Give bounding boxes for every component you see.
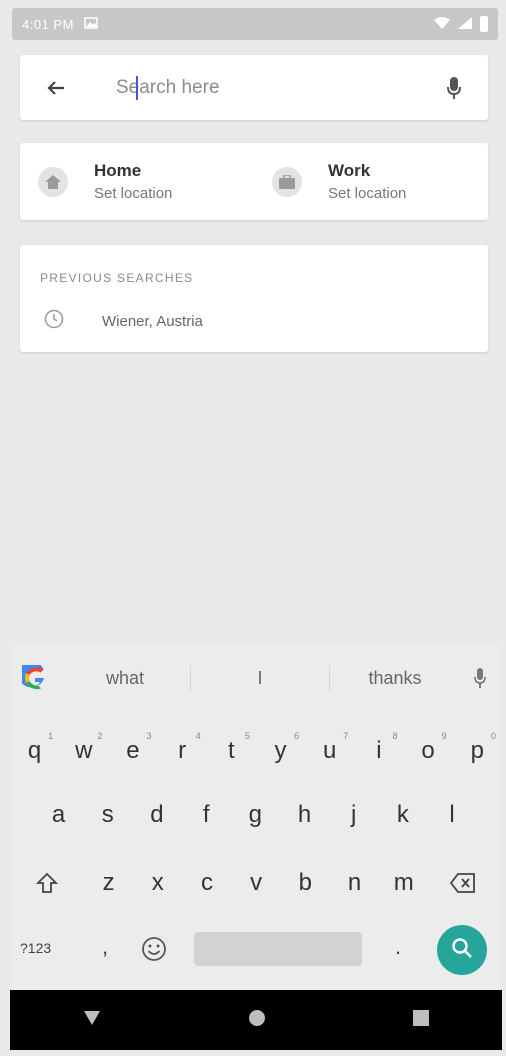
shift-icon[interactable] [10,872,84,894]
home-subtitle: Set location [94,185,173,202]
work-subtitle: Set location [328,185,407,202]
key-t[interactable]: t5 [207,731,256,765]
search-bar [20,55,488,120]
home-title: Home [94,161,142,180]
back-nav-icon[interactable] [82,1009,102,1032]
suggestion-2[interactable]: I [191,668,329,689]
work-title: Work [328,161,371,180]
key-n[interactable]: n [330,869,379,897]
key-o[interactable]: o9 [404,731,453,765]
key-y[interactable]: y6 [256,731,305,765]
keyboard-mic-icon[interactable] [460,668,500,688]
previous-searches-heading: PREVIOUS SEARCHES [40,271,194,285]
battery-icon [480,16,488,32]
emoji-icon[interactable] [140,935,168,968]
home-shortcut[interactable]: Home Set location [20,161,254,202]
key-j[interactable]: j [329,801,378,829]
key-q[interactable]: q1 [10,731,59,765]
key-e[interactable]: e3 [108,731,157,765]
signal-icon [458,16,472,32]
key-h[interactable]: h [280,801,329,829]
key-d[interactable]: d [132,801,181,829]
key-row-2: a s d f g h j k l [10,790,502,840]
home-nav-icon[interactable] [247,1008,267,1033]
key-row-3: z x c v b n m [10,858,502,908]
backspace-icon[interactable] [428,873,498,893]
key-p[interactable]: p0 [453,731,502,765]
key-z[interactable]: z [84,869,133,897]
key-s[interactable]: s [83,801,132,829]
briefcase-icon [272,166,302,197]
comma-key[interactable]: , [102,934,108,960]
key-v[interactable]: v [232,869,281,897]
previous-search-text: Wiener, Austria [102,313,203,330]
key-row-1: q1 w2 e3 r4 t5 y6 u7 i8 o9 p0 [10,726,502,776]
period-key[interactable]: . [395,934,401,960]
key-x[interactable]: x [133,869,182,897]
recents-nav-icon[interactable] [412,1009,430,1032]
image-notification-icon [84,16,98,32]
key-w[interactable]: w2 [59,731,108,765]
key-r[interactable]: r4 [158,731,207,765]
previous-search-item[interactable]: Wiener, Austria [44,309,203,334]
status-time: 4:01 PM [22,16,74,32]
previous-searches-card: PREVIOUS SEARCHES Wiener, Austria [20,245,488,352]
key-f[interactable]: f [182,801,231,829]
history-clock-icon [44,309,64,334]
key-b[interactable]: b [281,869,330,897]
key-u[interactable]: u7 [305,731,354,765]
suggestion-strip: what I thanks [10,642,502,714]
navigation-bar [10,990,502,1050]
suggestion-3[interactable]: thanks [330,668,460,689]
status-bar: 4:01 PM [12,8,498,40]
saved-places-card: Home Set location Work Set location [20,143,488,220]
key-m[interactable]: m [379,869,428,897]
work-shortcut[interactable]: Work Set location [254,161,488,202]
keyboard: what I thanks q1 w2 e3 r4 t5 y6 u7 i8 o9… [10,642,502,990]
key-a[interactable]: a [34,801,83,829]
symbols-key[interactable]: ?123 [20,940,51,956]
wifi-icon [434,16,450,32]
google-g-icon[interactable] [10,665,60,691]
text-cursor [136,76,138,100]
key-g[interactable]: g [231,801,280,829]
space-bar[interactable] [194,932,362,966]
suggestion-1[interactable]: what [60,668,190,689]
search-icon [451,937,473,964]
key-l[interactable]: l [428,801,477,829]
keyboard-search-button[interactable] [437,925,487,975]
microphone-icon[interactable] [438,72,470,104]
key-c[interactable]: c [182,869,231,897]
key-i[interactable]: i8 [354,731,403,765]
back-arrow-icon[interactable] [38,70,74,106]
key-k[interactable]: k [378,801,427,829]
home-icon [38,166,68,197]
search-input[interactable] [116,76,438,99]
